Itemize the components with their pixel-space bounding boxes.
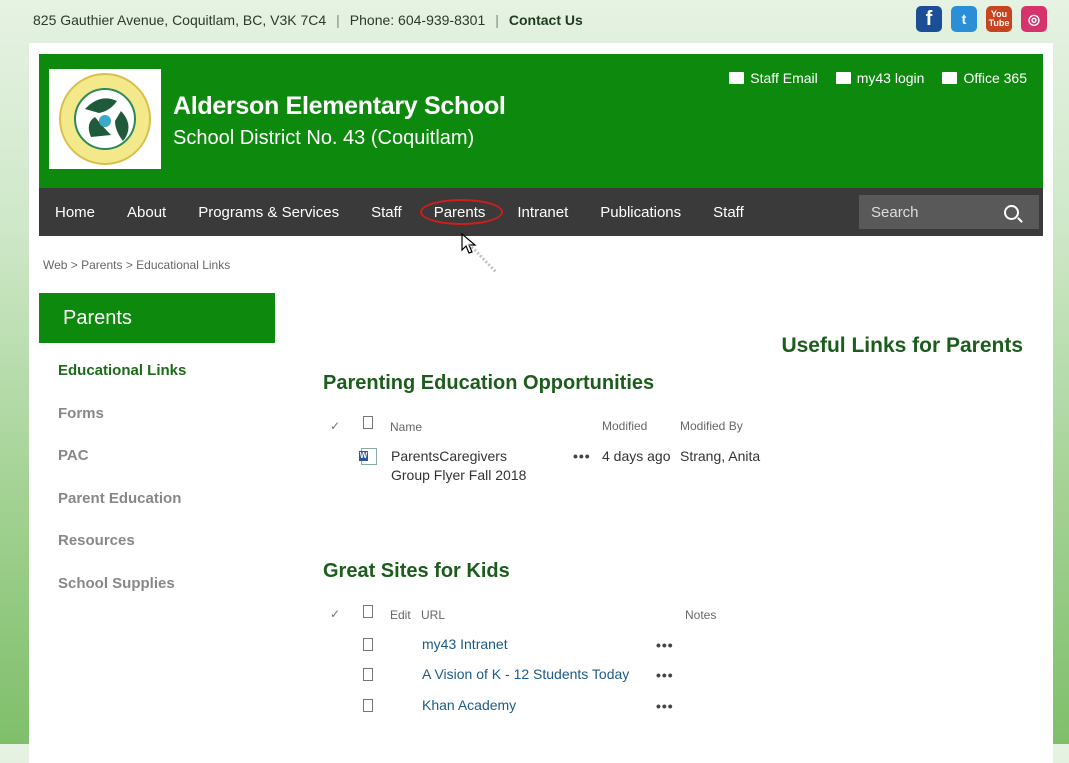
document-name-line1[interactable]: ParentsCaregivers [391, 448, 507, 464]
twitter-icon[interactable]: t [951, 6, 977, 32]
school-address: 825 Gauthier Avenue, Coquitlam, BC, V3K … [33, 12, 327, 28]
social-links: f t You Tube ◎ [916, 6, 1047, 32]
nav-parents[interactable]: Parents [418, 188, 504, 236]
column-header-modified-by[interactable]: Modified By [680, 419, 743, 433]
document-modified-by[interactable]: Strang, Anita [680, 448, 760, 464]
link-khan-academy[interactable]: Khan Academy [422, 697, 516, 713]
envelope-icon [729, 72, 745, 84]
sidebar-item-pac[interactable]: PAC [58, 447, 186, 490]
separator: | [495, 12, 499, 28]
column-header-edit[interactable]: Edit [390, 608, 411, 622]
school-crest-icon [59, 73, 151, 165]
link-item-icon [363, 668, 373, 681]
separator: | [336, 12, 340, 28]
mouse-cursor-icon [461, 232, 498, 274]
office365-link[interactable]: Office 365 [942, 70, 1027, 86]
document-modified: 4 days ago [602, 448, 671, 464]
nav-home[interactable]: Home [39, 188, 111, 236]
section-title-parenting-education: Parenting Education Opportunities [323, 372, 655, 394]
select-all-checkmark[interactable]: ✓ [330, 419, 340, 433]
document-more-actions[interactable]: ••• [573, 448, 591, 464]
sidebar-nav: Educational Links Forms PAC Parent Educa… [58, 362, 186, 617]
document-name-line2[interactable]: Group Flyer Fall 2018 [391, 467, 526, 483]
site-header: Alderson Elementary School School Distri… [39, 54, 1043, 188]
column-header-notes[interactable]: Notes [685, 608, 716, 622]
staff-email-link[interactable]: Staff Email [729, 70, 818, 86]
link-item-icon [363, 699, 373, 712]
search-icon[interactable] [1004, 205, 1019, 220]
school-phone[interactable]: Phone: 604-939-8301 [350, 12, 485, 28]
sidebar-item-forms[interactable]: Forms [58, 405, 186, 448]
my43-login-link[interactable]: my43 login [835, 70, 924, 86]
header-quick-links: Staff Email my43 login Office 365 [729, 70, 1027, 86]
district-name: School District No. 43 (Coquitlam) [173, 127, 475, 149]
select-all-checkmark[interactable]: ✓ [330, 607, 340, 621]
link-more-actions[interactable]: ••• [656, 637, 674, 653]
archive-box-icon [942, 72, 958, 84]
sidebar-item-school-supplies[interactable]: School Supplies [58, 575, 186, 618]
sidebar-heading: Parents [39, 293, 275, 343]
sidebar-item-educational-links[interactable]: Educational Links [58, 362, 186, 405]
search-input[interactable]: Search [859, 195, 1039, 229]
link-more-actions[interactable]: ••• [656, 667, 674, 683]
nav-staff-2[interactable]: Staff [697, 188, 760, 236]
breadcrumb[interactable]: Web > Parents > Educational Links [43, 258, 230, 272]
page-title: Useful Links for Parents [781, 334, 1023, 357]
sidebar-item-resources[interactable]: Resources [58, 532, 186, 575]
section-title-great-sites: Great Sites for Kids [323, 560, 510, 582]
link-my43-intranet[interactable]: my43 Intranet [422, 636, 508, 652]
instagram-icon[interactable]: ◎ [1021, 6, 1047, 32]
facebook-icon[interactable]: f [916, 6, 942, 32]
top-info-bar: 825 Gauthier Avenue, Coquitlam, BC, V3K … [33, 10, 583, 30]
archive-box-icon [835, 72, 851, 84]
column-header-url[interactable]: URL [421, 608, 445, 622]
link-item-icon [363, 638, 373, 651]
link-more-actions[interactable]: ••• [656, 698, 674, 714]
link-vision-k12[interactable]: A Vision of K - 12 Students Today [422, 666, 629, 682]
column-header-modified[interactable]: Modified [602, 419, 647, 433]
nav-intranet[interactable]: Intranet [501, 188, 584, 236]
youtube-icon[interactable]: You Tube [986, 6, 1012, 32]
nav-programs-services[interactable]: Programs & Services [182, 188, 355, 236]
document-type-icon [363, 605, 373, 618]
nav-about[interactable]: About [111, 188, 182, 236]
contact-us-link[interactable]: Contact Us [509, 12, 583, 28]
nav-staff[interactable]: Staff [355, 188, 418, 236]
document-type-icon [363, 416, 373, 429]
main-nav: Home About Programs & Services Staff Par… [39, 188, 1043, 236]
nav-publications[interactable]: Publications [584, 188, 697, 236]
column-header-name[interactable]: Name [390, 420, 422, 434]
word-document-icon [359, 448, 377, 465]
school-logo[interactable] [49, 69, 161, 169]
sidebar-item-parent-education[interactable]: Parent Education [58, 490, 186, 533]
school-name[interactable]: Alderson Elementary School [173, 92, 506, 121]
